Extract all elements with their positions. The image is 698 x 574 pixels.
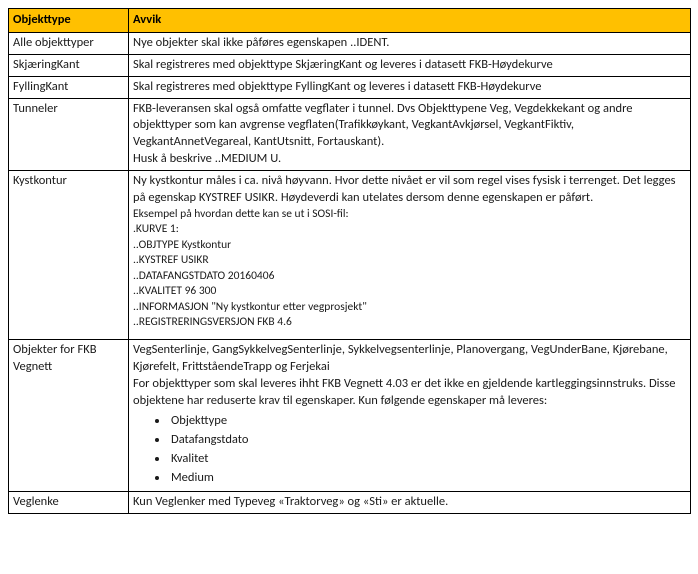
table-row: FyllingKant Skal registreres med objektt… — [9, 76, 691, 98]
code-line: .KURVE 1: — [133, 222, 179, 236]
text-line: Eksempel på hvordan dette kan se ut i SO… — [133, 207, 349, 221]
cell-objekttype: SkjæringKant — [9, 54, 129, 76]
cell-objekttype: Kystkontur — [9, 171, 129, 340]
avvik-table: Objekttype Avvik Alle objekttyper Nye ob… — [8, 8, 691, 514]
list-item: Datafangstdato — [169, 432, 686, 449]
header-objekttype: Objekttype — [9, 9, 129, 33]
header-avvik: Avvik — [129, 9, 691, 33]
table-row: Objekter for FKB Vegnett VegSenterlinje,… — [9, 339, 691, 491]
text-line: Husk å beskrive ..MEDIUM U. — [133, 151, 281, 166]
cell-avvik: Ny kystkontur måles i ca. nivå høyvann. … — [129, 171, 691, 340]
code-line: ..OBJTYPE Kystkontur — [133, 238, 231, 252]
cell-avvik: Nye objekter skal ikke påføres egenskape… — [129, 32, 691, 54]
cell-objekttype: Veglenke — [9, 491, 129, 513]
table-row: SkjæringKant Skal registreres med objekt… — [9, 54, 691, 76]
cell-avvik: Skal registreres med objekttype Skjæring… — [129, 54, 691, 76]
list-item: Kvalitet — [169, 451, 686, 468]
cell-avvik: VegSenterlinje, GangSykkelvegSenterlinje… — [129, 339, 691, 491]
bullet-list: Objekttype Datafangstdato Kvalitet Mediu… — [169, 413, 686, 487]
cell-objekttype: Alle objekttyper — [9, 32, 129, 54]
list-item: Objekttype — [169, 413, 686, 430]
text-line: For objekttyper som skal leveres ihht FK… — [133, 376, 676, 408]
code-line: ..REGISTRERINGSVERSJON FKB 4.6 — [133, 315, 292, 329]
table-row: Kystkontur Ny kystkontur måles i ca. niv… — [9, 171, 691, 340]
table-header-row: Objekttype Avvik — [9, 9, 691, 33]
list-item: Medium — [169, 470, 686, 487]
table-row: Veglenke Kun Veglenker med Typeveg «Trak… — [9, 491, 691, 513]
cell-avvik: Kun Veglenker med Typeveg «Traktorveg» o… — [129, 491, 691, 513]
code-line: ..INFORMASJON "Ny kystkontur etter vegpr… — [133, 300, 367, 314]
table-row: Tunneler FKB-leveransen skal også omfatt… — [9, 98, 691, 171]
cell-avvik: Skal registreres med objekttype FyllingK… — [129, 76, 691, 98]
text-line: Ny kystkontur måles i ca. nivå høyvann. … — [133, 173, 676, 205]
code-line: ..KYSTREF USIKR — [133, 253, 209, 267]
table-row: Alle objekttyper Nye objekter skal ikke … — [9, 32, 691, 54]
text-line: FKB-leveransen skal også omfatte vegflat… — [133, 101, 633, 150]
cell-objekttype: Tunneler — [9, 98, 129, 171]
code-line: ..DATAFANGSTDATO 20160406 — [133, 269, 274, 283]
cell-objekttype: FyllingKant — [9, 76, 129, 98]
code-line: ..KVALITET 96 300 — [133, 284, 216, 298]
cell-avvik: FKB-leveransen skal også omfatte vegflat… — [129, 98, 691, 171]
text-line: VegSenterlinje, GangSykkelvegSenterlinje… — [133, 342, 668, 374]
cell-objekttype: Objekter for FKB Vegnett — [9, 339, 129, 491]
